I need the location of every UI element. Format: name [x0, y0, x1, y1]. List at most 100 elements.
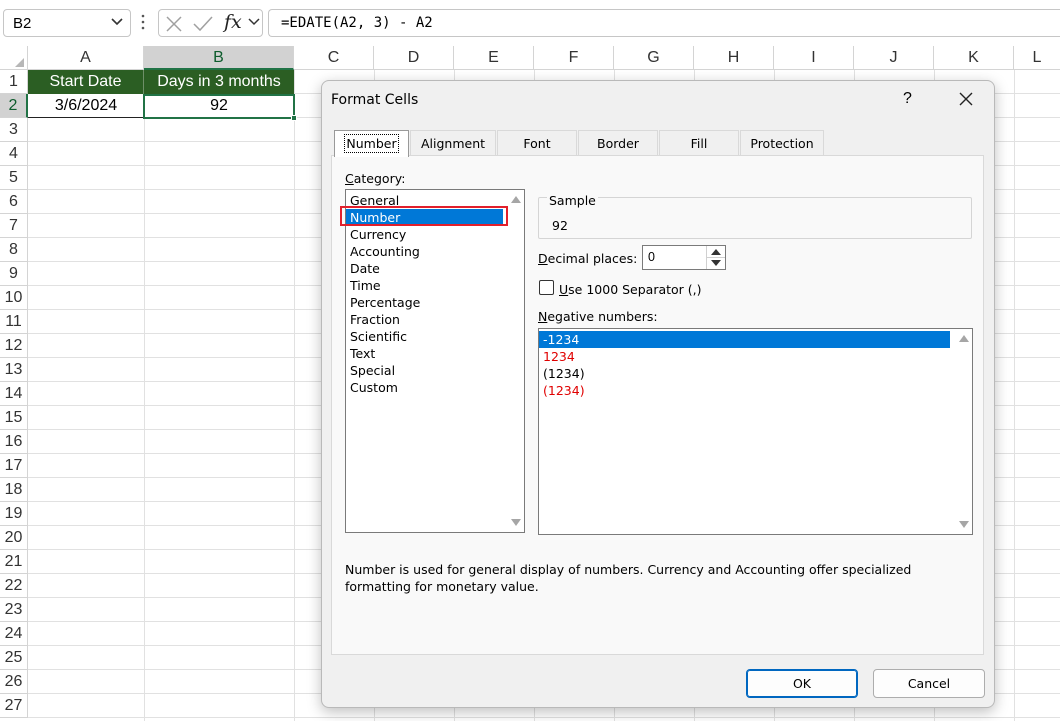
category-scrollbar[interactable]	[507, 190, 524, 532]
category-label: Category:	[345, 171, 405, 186]
scroll-down-icon[interactable]	[959, 521, 969, 528]
scroll-up-icon[interactable]	[959, 335, 969, 342]
tab-alignment[interactable]: Alignment	[410, 130, 496, 156]
row-header-4[interactable]: 4	[0, 142, 28, 166]
select-all-corner[interactable]	[0, 46, 28, 70]
column-header-l[interactable]: L	[1014, 46, 1060, 70]
chevron-down-icon[interactable]	[110, 14, 124, 31]
stepper-down-icon[interactable]	[711, 260, 721, 266]
negative-numbers-listbox[interactable]: -1234 1234 (1234) (1234)	[538, 328, 973, 535]
negative-option[interactable]: (1234)	[543, 365, 585, 382]
name-box[interactable]: B2	[3, 9, 131, 37]
tab-border[interactable]: Border	[578, 130, 658, 156]
gridline	[1014, 70, 1015, 721]
separator-checkbox[interactable]	[539, 280, 554, 295]
row-header-23[interactable]: 23	[0, 598, 28, 622]
cell-a1[interactable]: Start Date	[28, 70, 144, 94]
cell-b2-selected[interactable]: 92	[143, 94, 295, 119]
number-tab-panel: Category: General Number Currency Accountin…	[331, 155, 984, 655]
category-highlight-box	[340, 206, 508, 226]
row-header-22[interactable]: 22	[0, 574, 28, 598]
column-header-h[interactable]: H	[694, 46, 774, 70]
enter-check-icon[interactable]	[192, 14, 214, 34]
cancel-button[interactable]: Cancel	[873, 669, 985, 698]
formula-input[interactable]: =EDATE(A2, 3) - A2	[268, 9, 1060, 37]
row-header-20[interactable]: 20	[0, 526, 28, 550]
row-header-5[interactable]: 5	[0, 166, 28, 190]
chevron-down-icon[interactable]	[248, 14, 260, 31]
category-item-text[interactable]: Text	[350, 345, 375, 362]
row-header-27[interactable]: 27	[0, 694, 28, 718]
row-header-8[interactable]: 8	[0, 238, 28, 262]
decimal-places-stepper[interactable]: 0	[642, 245, 726, 270]
column-header-e[interactable]: E	[454, 46, 534, 70]
column-header-k[interactable]: K	[934, 46, 1014, 70]
insert-function-icon[interactable]: fx	[224, 11, 242, 33]
negative-scrollbar[interactable]	[955, 329, 972, 534]
negative-option[interactable]: 1234	[543, 348, 575, 365]
row-header-3[interactable]: 3	[0, 118, 28, 142]
negative-numbers-label: Negative numbers:	[538, 309, 658, 324]
decimal-label-accel: D	[538, 251, 548, 266]
column-header-g[interactable]: G	[614, 46, 694, 70]
column-header-d[interactable]: D	[374, 46, 454, 70]
scroll-up-icon[interactable]	[511, 196, 521, 203]
row-header-25[interactable]: 25	[0, 646, 28, 670]
category-item-accounting[interactable]: Accounting	[350, 243, 420, 260]
category-item-percentage[interactable]: Percentage	[350, 294, 420, 311]
column-header-c[interactable]: C	[294, 46, 374, 70]
fill-handle[interactable]	[291, 115, 297, 121]
row-header-21[interactable]: 21	[0, 550, 28, 574]
row-header-6[interactable]: 6	[0, 190, 28, 214]
category-item-time[interactable]: Time	[350, 277, 381, 294]
column-header-a[interactable]: A	[28, 46, 144, 70]
stepper-up-icon[interactable]	[711, 249, 721, 255]
category-item-currency[interactable]: Currency	[350, 226, 406, 243]
cancel-icon[interactable]	[164, 14, 184, 34]
more-options-icon[interactable]	[140, 12, 146, 32]
row-header-15[interactable]: 15	[0, 406, 28, 430]
category-listbox[interactable]: General Number Currency Accounting Date Time P…	[345, 189, 525, 533]
row-header-16[interactable]: 16	[0, 430, 28, 454]
category-item-date[interactable]: Date	[350, 260, 380, 277]
column-header-j[interactable]: J	[854, 46, 934, 70]
row-header-10[interactable]: 10	[0, 286, 28, 310]
scroll-down-icon[interactable]	[511, 519, 521, 526]
cell-a2[interactable]: 3/6/2024	[28, 94, 144, 118]
row-header-14[interactable]: 14	[0, 382, 28, 406]
row-header-11[interactable]: 11	[0, 310, 28, 334]
format-cells-dialog: Format Cells ? Number Alignment Font Bor…	[321, 80, 995, 708]
column-header-b[interactable]: B	[144, 46, 294, 70]
row-header-17[interactable]: 17	[0, 454, 28, 478]
category-item-scientific[interactable]: Scientific	[350, 328, 407, 345]
category-item-fraction[interactable]: Fraction	[350, 311, 400, 328]
ok-button[interactable]: OK	[746, 669, 858, 698]
tab-font[interactable]: Font	[497, 130, 577, 156]
negative-option[interactable]: -1234	[539, 331, 950, 348]
row-header-7[interactable]: 7	[0, 214, 28, 238]
category-item-special[interactable]: Special	[350, 362, 395, 379]
row-header-13[interactable]: 13	[0, 358, 28, 382]
cell-b1[interactable]: Days in 3 months	[144, 70, 294, 94]
tab-number[interactable]: Number	[334, 130, 409, 157]
category-label-accel: C	[345, 171, 354, 186]
separator-label-text: se 1000 Separator (,)	[568, 282, 702, 297]
category-item-custom[interactable]: Custom	[350, 379, 398, 396]
separator-label-accel: U	[559, 282, 569, 297]
row-header-9[interactable]: 9	[0, 262, 28, 286]
column-header-i[interactable]: I	[774, 46, 854, 70]
column-header-f[interactable]: F	[534, 46, 614, 70]
row-header-26[interactable]: 26	[0, 670, 28, 694]
row-header-2[interactable]: 2	[0, 94, 28, 118]
negative-option[interactable]: (1234)	[543, 382, 585, 399]
row-header-19[interactable]: 19	[0, 502, 28, 526]
tab-fill[interactable]: Fill	[659, 130, 739, 156]
help-button[interactable]: ?	[903, 90, 912, 108]
close-icon[interactable]	[955, 88, 977, 110]
row-header-12[interactable]: 12	[0, 334, 28, 358]
row-header-1[interactable]: 1	[0, 70, 28, 94]
tab-protection[interactable]: Protection	[740, 130, 824, 156]
row-header-18[interactable]: 18	[0, 478, 28, 502]
sample-value: 92	[552, 218, 568, 233]
row-header-24[interactable]: 24	[0, 622, 28, 646]
